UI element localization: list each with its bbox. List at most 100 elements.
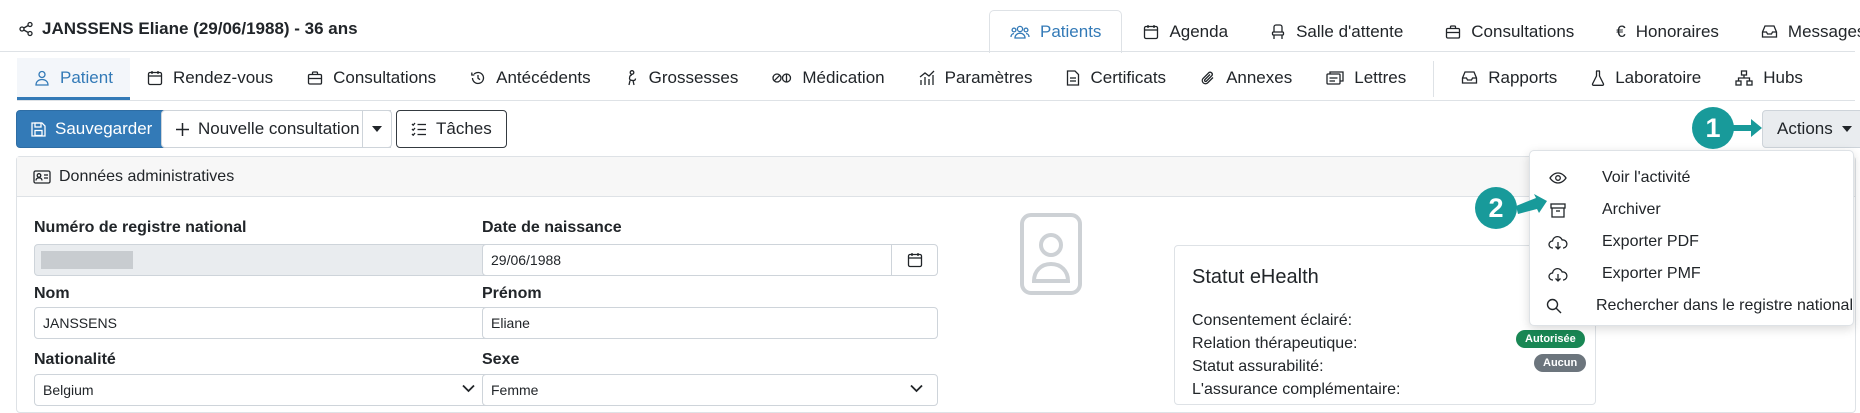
- tab-messages[interactable]: Messages: [1740, 10, 1860, 52]
- prenom-field[interactable]: Eliane: [482, 307, 938, 339]
- tab-label: Agenda: [1169, 21, 1229, 41]
- paperclip-icon: [1200, 70, 1216, 86]
- subtab-hubs[interactable]: Hubs: [1718, 58, 1820, 100]
- subtab-consultations[interactable]: Consultations: [290, 58, 453, 100]
- divider: [0, 51, 1855, 52]
- save-label: Sauvegarder: [55, 119, 153, 138]
- tab-label: Messages: [1787, 21, 1860, 41]
- subtab-label: Hubs: [1763, 67, 1803, 87]
- pregnancy-icon: [625, 69, 639, 86]
- top-bar: JANSSENS Eliane (29/06/1988) - 36 ans Pa…: [0, 0, 1860, 53]
- calendar-icon: [147, 70, 163, 86]
- patient-header: JANSSENS Eliane (29/06/1988) - 36 ans: [18, 19, 358, 39]
- complementary-label: L'assurance complémentaire:: [1192, 381, 1401, 398]
- nrn-label: Numéro de registre national: [34, 219, 247, 236]
- archive-icon: [1545, 202, 1570, 218]
- menu-item-label: Exporter PDF: [1602, 233, 1699, 250]
- step-2-arrow-icon: [1516, 194, 1547, 214]
- calendar-picker-button[interactable]: [891, 245, 937, 275]
- letters-icon: [1326, 70, 1344, 86]
- subtab-label: Annexes: [1226, 67, 1293, 87]
- subtab-parametres[interactable]: Paramètres: [902, 58, 1050, 100]
- nom-field[interactable]: JANSSENS: [34, 307, 490, 339]
- step-number: 2: [1488, 192, 1504, 223]
- nationalite-label: Nationalité: [34, 351, 116, 368]
- subtab-patient[interactable]: Patient: [17, 58, 130, 100]
- share-icon[interactable]: [18, 21, 34, 37]
- user-icon: [34, 70, 50, 86]
- subtab-rapports[interactable]: Rapports: [1444, 58, 1574, 100]
- subtab-grossesses[interactable]: Grossesses: [608, 58, 756, 100]
- divider: [17, 100, 1855, 101]
- chair-icon: [1270, 23, 1286, 40]
- menu-item-label: Voir l'activité: [1602, 169, 1691, 186]
- patient-title: JANSSENS Eliane (29/06/1988) - 36 ans: [42, 19, 358, 38]
- sexe-label: Sexe: [482, 351, 520, 368]
- actions-label: Actions: [1777, 119, 1833, 138]
- subtab-medication[interactable]: Médication: [755, 58, 901, 100]
- actions-button[interactable]: Actions: [1762, 110, 1860, 148]
- nrn-redacted: [41, 251, 133, 269]
- subtab-certificats[interactable]: Certificats: [1049, 58, 1183, 100]
- sexe-select[interactable]: Femme: [482, 374, 938, 406]
- tasks-button[interactable]: Tâches: [396, 110, 507, 148]
- tab-honoraires[interactable]: € Honoraires: [1595, 10, 1740, 52]
- menu-item-export-pmf[interactable]: Exporter PMF: [1530, 258, 1853, 290]
- menu-item-search-national-register[interactable]: Rechercher dans le registre national: [1530, 290, 1853, 322]
- complementary-badge: Aucun: [1534, 354, 1587, 372]
- new-consultation-button[interactable]: Nouvelle consultation: [161, 110, 391, 148]
- chevron-down-icon: [910, 384, 923, 393]
- chevron-down-icon: [462, 384, 475, 393]
- insurability-badge: Autorisée: [1516, 330, 1585, 348]
- subtab-label: Médication: [802, 67, 885, 87]
- actions-dropdown-menu: Voir l'activité Archiver Exporter PDF Ex…: [1529, 150, 1854, 326]
- floppy-icon: [31, 121, 46, 137]
- history-icon: [470, 70, 486, 86]
- cloud-download-icon: [1545, 235, 1570, 250]
- new-consultation-dropdown-toggle[interactable]: [362, 110, 392, 148]
- subtab-rendez-vous[interactable]: Rendez-vous: [130, 58, 290, 100]
- menu-item-archive[interactable]: Archiver: [1530, 194, 1853, 226]
- nrn-field[interactable]: [34, 244, 489, 276]
- menu-item-label: Rechercher dans le registre national: [1595, 297, 1853, 314]
- birth-date-field[interactable]: 29/06/1988: [482, 244, 938, 276]
- step-marker-1: 1: [1692, 107, 1734, 149]
- birth-label: Date de naissance: [482, 219, 622, 236]
- tab-salle-attente[interactable]: Salle d'attente: [1249, 10, 1424, 52]
- tab-agenda[interactable]: Agenda: [1122, 10, 1249, 52]
- subtab-label: Rapports: [1488, 67, 1558, 87]
- consent-label: Consentement éclairé:: [1192, 312, 1353, 329]
- flask-icon: [1591, 69, 1605, 86]
- briefcase-icon: [307, 70, 323, 86]
- subtab-label: Paramètres: [944, 67, 1033, 87]
- menu-item-export-pdf[interactable]: Exporter PDF: [1530, 226, 1853, 258]
- chart-icon: [919, 70, 935, 86]
- patient-photo-placeholder-icon[interactable]: [1020, 213, 1082, 295]
- caret-down-icon: [1841, 126, 1852, 132]
- eye-icon: [1545, 172, 1570, 184]
- tab-consultations[interactable]: Consultations: [1424, 10, 1595, 52]
- document-icon: [1066, 69, 1080, 86]
- subtab-label: Laboratoire: [1615, 67, 1702, 87]
- inbox-icon: [1761, 24, 1778, 39]
- subtab-label: Consultations: [333, 67, 437, 87]
- subtab-annexes[interactable]: Annexes: [1183, 58, 1309, 100]
- step-marker-2: 2: [1475, 187, 1517, 229]
- nom-label: Nom: [34, 285, 70, 302]
- save-button[interactable]: Sauvegarder: [16, 110, 168, 148]
- subtab-laboratoire[interactable]: Laboratoire: [1574, 58, 1718, 100]
- tab-patients[interactable]: Patients: [989, 10, 1123, 53]
- subtab-label: Rendez-vous: [172, 67, 274, 87]
- menu-item-view-activity[interactable]: Voir l'activité: [1530, 162, 1853, 194]
- subtab-antecedents[interactable]: Antécédents: [453, 58, 608, 100]
- cloud-download-icon: [1545, 267, 1570, 282]
- tasks-label: Tâches: [436, 119, 492, 138]
- insurability-label: Statut assurabilité:: [1192, 358, 1324, 375]
- tab-label: Honoraires: [1635, 21, 1719, 41]
- subtab-lettres[interactable]: Lettres: [1309, 58, 1423, 100]
- sitemap-icon: [1735, 69, 1753, 86]
- tab-label: Salle d'attente: [1296, 21, 1404, 41]
- nationalite-select[interactable]: Belgium: [34, 374, 490, 406]
- calendar-icon: [907, 252, 923, 268]
- calendar-icon: [1143, 24, 1159, 40]
